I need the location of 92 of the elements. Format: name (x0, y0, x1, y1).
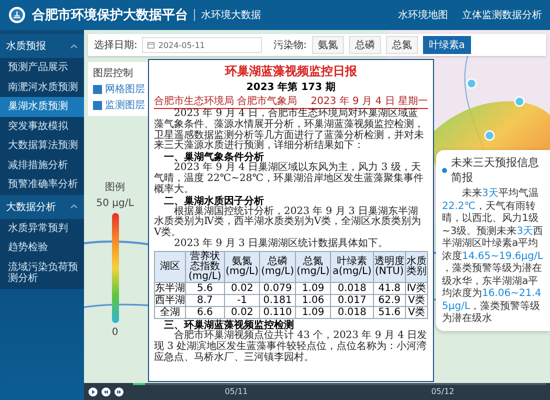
table-header: 氨氮(mg/L) (224, 251, 260, 283)
menu-group[interactable]: 大数据分析 (0, 194, 84, 218)
table-cell: 1.06 (295, 294, 331, 307)
nav-link[interactable]: 水环境地图 (398, 8, 448, 22)
table-header: 营养状态指数(mg/L) (186, 251, 224, 283)
menu-item[interactable]: 预警准确率分析 (0, 175, 84, 194)
bullet-icon (442, 168, 447, 172)
timeline-progress[interactable] (133, 383, 146, 385)
platform-subtitle: 水环境大数据 (201, 8, 261, 22)
forecast-text: 未来3天平均气温 22.2℃，天气有雨转晴，以西北、风力1级~3级。预测未来3天西半湖湖区叶绿素a平均浓度14.65~19.6μg/L ，藻类预警等级为潜在级水华，东半湖湖a平均浓度为16.06~21.45μg/L，藻类预警等级为潜在级水 (442, 188, 544, 326)
table-cell: 0.02 (224, 306, 260, 319)
pollutant-button[interactable]: 总氮 (386, 36, 418, 54)
menu-item[interactable]: 突发事故模拟 (0, 116, 84, 136)
report-date: 2023 年 9 月 4 日 星期一 (310, 94, 428, 108)
table-header: 湖区 (154, 251, 186, 283)
forecast-title: 未来三天预报信息简报 (451, 155, 540, 185)
layer-label: 网格图层 (105, 82, 145, 96)
table-cell: 0.110 (260, 306, 296, 319)
fast-forward-icon[interactable] (114, 386, 124, 396)
checkbox[interactable] (93, 100, 102, 110)
report-heading: 一、巢湖气象条件分析 (163, 152, 264, 164)
table-cell: -1 (224, 294, 260, 307)
timeline-date: 05/12 (431, 387, 454, 396)
layer-control-title: 图层控制 (93, 66, 134, 80)
table-cell: 41.8 (373, 282, 406, 295)
pollutant-button[interactable]: 叶绿素a (422, 36, 471, 54)
table-cell: 6.6 (186, 306, 224, 319)
calendar-icon (147, 41, 156, 49)
table-cell: 东半湖 (154, 282, 186, 295)
menu-item[interactable]: 预测产品展示 (0, 58, 84, 78)
report-paragraph: 2023 年 9 月 3 日巢湖湖区统计数据具体如下。 (173, 238, 390, 250)
table-cell: 西半湖 (154, 294, 186, 307)
table-cell: 0.02 (224, 282, 260, 295)
pollutant-button[interactable]: 总磷 (348, 36, 381, 54)
report-issue: 2023 年第 173 期 (245, 80, 337, 94)
legend-max-label: 50 μg/L (96, 198, 134, 209)
menu-group-label: 水质预报 (6, 40, 46, 53)
report-paragraph: 根据巢湖国控统计分析，2023 年 9 月 3 日巢湖东半湖水质类别为Ⅳ类，西半湖水质类别为Ⅴ类，全湖区水质类别为Ⅴ类。 (154, 206, 422, 238)
menu-item[interactable]: 南淝河水质预测 (0, 78, 84, 97)
pollutant-button[interactable]: 氨氮 (312, 36, 344, 54)
report-heading: 二、巢湖水质因子分析 (163, 196, 264, 207)
menu-item[interactable]: 减排措施分析 (0, 156, 84, 175)
date-field[interactable]: 2024-05-11 (142, 37, 262, 53)
menu-item[interactable]: 水质异常预判 (0, 218, 84, 238)
table-header: 水质类别 (405, 251, 428, 283)
map-marker-icon[interactable] (466, 78, 477, 89)
menu-item[interactable]: 巢湖水质预测 (0, 97, 84, 116)
caret-icon (70, 204, 78, 209)
table-cell: 全湖 (154, 306, 186, 319)
menu-item[interactable]: 趋势检验 (0, 238, 84, 258)
date-label: 选择日期: (94, 38, 138, 52)
report-title: 环巢湖蓝藻视频监控日报 (224, 63, 358, 80)
table-header: 总磷(mg/L) (260, 251, 296, 283)
table-header: 总氮(mg/L) (295, 251, 331, 283)
table-cell: 0.018 (330, 306, 374, 319)
table-cell: 0.017 (330, 294, 374, 307)
table-cell: 0.181 (260, 294, 296, 307)
emblem-logo-icon (8, 6, 26, 24)
map-marker-icon[interactable] (484, 130, 495, 141)
report-paragraph: 2023 年 9 月 4 日，合肥市生态环境局对环巢湖区域蓝藻气象条件、藻源水情展开分析，环巢湖蓝藻视频监控检测，卫星遥感数据监测分析等几方面进行了蓝藻分析检测，并对未来三天藻源水质进行预测，详细分析结果如下： (154, 109, 425, 152)
table-cell: 1.09 (295, 282, 331, 295)
platform-title: 合肥市环境保护大数据平台 (32, 6, 188, 24)
caret-icon (70, 44, 78, 48)
layer-label: 监测图层 (105, 98, 145, 112)
play-icon[interactable] (88, 386, 98, 396)
menu-group-label: 大数据分析 (6, 200, 56, 214)
menu-group[interactable]: 水质预报 (0, 34, 84, 58)
table-header: 叶绿素a(mg/L) (330, 251, 374, 283)
table-cell: 51.6 (373, 306, 406, 319)
report-paragraph: 2023 年 9 月 4 日巢湖区域以东风为主，风力 3 级，天气晴，温度 22℃~28℃，环巢湖沿岸地区发生蓝藻聚集事件概率大。 (154, 163, 424, 196)
table-cell: 8.7 (186, 294, 224, 307)
legend-title: 图例 (105, 181, 125, 194)
checkbox[interactable] (93, 84, 102, 94)
pollutant-label: 污染物: (273, 38, 307, 52)
table-cell: Ⅴ类 (405, 306, 428, 319)
table-cell: 5.6 (186, 282, 224, 295)
map-marker-icon[interactable] (514, 96, 525, 107)
report-paragraph: 合肥市环巢湖视频点位共计 43 个，2023 年 9 月 4 日发现 3 处湖滨地区发生蓝藻事件较轻点位，点位名称为：小河湾应急点、马桥水厂、三河镇李园村。 (154, 331, 428, 364)
table-cell: 62.9 (373, 294, 406, 307)
table-cell: 0.018 (330, 282, 374, 295)
table-cell: Ⅳ类 (405, 282, 428, 295)
table-cell: 1.09 (295, 306, 331, 319)
nav-link[interactable]: 立体监测数据分析 (462, 8, 542, 22)
menu-item[interactable]: 流域污染负荷预测分析 (0, 258, 84, 288)
legend-min-label: 0 (112, 327, 118, 338)
rewind-icon[interactable] (101, 386, 111, 396)
table-header: 透明度(NTU) (373, 251, 406, 283)
table-cell: 0.079 (260, 282, 296, 295)
menu-item[interactable]: 大数据算法预测 (0, 136, 84, 156)
table-cell: Ⅴ类 (405, 294, 428, 307)
timeline-date: 05/11 (224, 387, 248, 396)
report-agency: 合肥市生态环境局 合肥市气象局 (154, 94, 298, 108)
